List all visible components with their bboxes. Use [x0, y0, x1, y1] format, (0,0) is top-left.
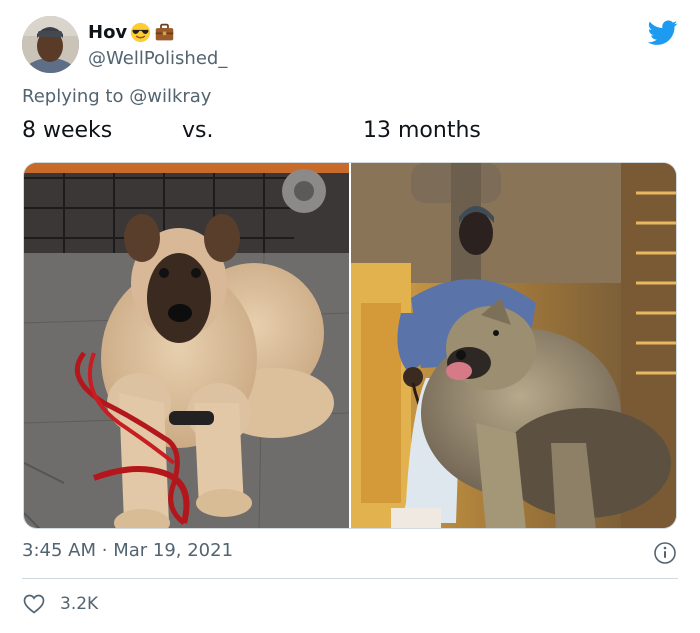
display-name[interactable]: Hov [88, 22, 127, 43]
avatar[interactable] [22, 16, 79, 73]
heart-icon[interactable] [22, 592, 46, 616]
tweet-header: Hov @WellPolished_ [22, 16, 678, 74]
user-handle[interactable]: @WellPolished_ [88, 48, 227, 69]
info-icon[interactable] [653, 541, 677, 565]
sunglasses-face-emoji [131, 22, 151, 43]
grown-dog-photo[interactable] [351, 163, 676, 528]
twitter-bird-icon[interactable] [648, 20, 678, 46]
like-count: 3.2K [60, 594, 99, 614]
briefcase-emoji [155, 23, 174, 41]
reply-mention-link[interactable]: @wilkray [129, 86, 211, 107]
tweet-timestamp[interactable]: 3:45 AM · Mar 19, 2021 [22, 540, 233, 561]
timestamp-separator: · [101, 540, 108, 561]
tweet-text-mid: vs. [182, 118, 214, 143]
tweet-time: 3:45 AM [22, 540, 96, 561]
reply-context: Replying to @wilkray [22, 86, 211, 107]
media-grid [23, 162, 677, 529]
tweet-date: Mar 19, 2021 [113, 540, 234, 561]
tweet-card: Hov @WellPolished_ Replying to @wilkray … [0, 0, 700, 633]
divider [22, 578, 678, 579]
reply-prefix: Replying to [22, 86, 124, 107]
tweet-text-right: 13 months [363, 118, 481, 143]
display-name-line[interactable]: Hov [88, 22, 175, 43]
like-action[interactable]: 3.2K [22, 592, 98, 616]
tweet-text-left: 8 weeks [22, 118, 113, 143]
puppy-photo[interactable] [24, 163, 349, 528]
